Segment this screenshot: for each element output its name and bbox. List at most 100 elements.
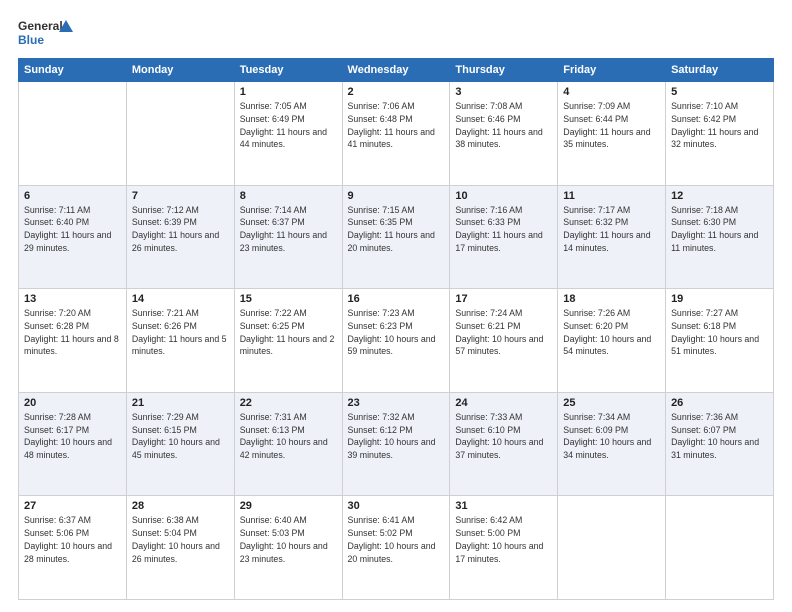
svg-text:Blue: Blue — [18, 33, 44, 47]
day-info: Sunrise: 7:26 AMSunset: 6:20 PMDaylight:… — [563, 307, 660, 358]
day-cell: 27Sunrise: 6:37 AMSunset: 5:06 PMDayligh… — [19, 496, 127, 600]
day-cell: 8 Sunrise: 7:14 AMSunset: 6:37 PMDaylight… — [234, 185, 342, 289]
day-cell: 10 Sunrise: 7:16 AMSunset: 6:33 PMDayligh… — [450, 185, 558, 289]
day-cell: 3 Sunrise: 7:08 AMSunset: 6:46 PMDaylight… — [450, 82, 558, 186]
day-cell: 23 Sunrise: 7:32 AMSunset: 6:12 PMDayligh… — [342, 392, 450, 496]
day-cell: 26 Sunrise: 7:36 AMSunset: 6:07 PMDayligh… — [666, 392, 774, 496]
day-number: 14 — [132, 293, 229, 305]
day-number: 21 — [132, 397, 229, 409]
weekday-header-wednesday: Wednesday — [342, 59, 450, 82]
day-number: 28 — [132, 500, 229, 512]
day-number: 15 — [240, 293, 337, 305]
day-info: Sunrise: 7:15 AMSunset: 6:35 PMDaylight:… — [348, 204, 445, 255]
day-number: 25 — [563, 397, 660, 409]
week-row-3: 13Sunrise: 7:20 AMSunset: 6:28 PMDayligh… — [19, 289, 774, 393]
day-cell: 2Sunrise: 7:06 AMSunset: 6:48 PMDaylight… — [342, 82, 450, 186]
day-cell: 6 Sunrise: 7:11 AMSunset: 6:40 PMDaylight… — [19, 185, 127, 289]
weekday-header-sunday: Sunday — [19, 59, 127, 82]
day-cell: 7 Sunrise: 7:12 AMSunset: 6:39 PMDaylight… — [126, 185, 234, 289]
day-number: 16 — [348, 293, 445, 305]
day-number: 6 — [24, 190, 121, 202]
day-cell: 5Sunrise: 7:10 AMSunset: 6:42 PMDaylight… — [666, 82, 774, 186]
day-info: Sunrise: 7:18 AMSunset: 6:30 PMDaylight:… — [671, 204, 768, 255]
week-row-5: 27Sunrise: 6:37 AMSunset: 5:06 PMDayligh… — [19, 496, 774, 600]
day-cell: 13Sunrise: 7:20 AMSunset: 6:28 PMDayligh… — [19, 289, 127, 393]
day-cell: 4 Sunrise: 7:09 AMSunset: 6:44 PMDaylight… — [558, 82, 666, 186]
day-cell: 18 Sunrise: 7:26 AMSunset: 6:20 PMDayligh… — [558, 289, 666, 393]
day-cell: 21Sunrise: 7:29 AMSunset: 6:15 PMDayligh… — [126, 392, 234, 496]
weekday-header-saturday: Saturday — [666, 59, 774, 82]
day-cell: 28 Sunrise: 6:38 AMSunset: 5:04 PMDayligh… — [126, 496, 234, 600]
day-number: 17 — [455, 293, 552, 305]
day-number: 23 — [348, 397, 445, 409]
day-info: Sunrise: 7:14 AMSunset: 6:37 PMDaylight:… — [240, 204, 337, 255]
weekday-header-friday: Friday — [558, 59, 666, 82]
week-row-4: 20 Sunrise: 7:28 AMSunset: 6:17 PMDayligh… — [19, 392, 774, 496]
day-cell — [19, 82, 127, 186]
day-info: Sunrise: 6:38 AMSunset: 5:04 PMDaylight:… — [132, 514, 229, 565]
day-cell: 14 Sunrise: 7:21 AMSunset: 6:26 PMDayligh… — [126, 289, 234, 393]
day-cell — [666, 496, 774, 600]
day-info: Sunrise: 7:36 AMSunset: 6:07 PMDaylight:… — [671, 411, 768, 462]
day-cell: 12 Sunrise: 7:18 AMSunset: 6:30 PMDayligh… — [666, 185, 774, 289]
day-info: Sunrise: 7:21 AMSunset: 6:26 PMDaylight:… — [132, 307, 229, 358]
day-number: 26 — [671, 397, 768, 409]
day-cell: 11 Sunrise: 7:17 AMSunset: 6:32 PMDayligh… — [558, 185, 666, 289]
day-number: 5 — [671, 86, 768, 98]
day-cell: 29Sunrise: 6:40 AMSunset: 5:03 PMDayligh… — [234, 496, 342, 600]
day-number: 3 — [455, 86, 552, 98]
day-number: 9 — [348, 190, 445, 202]
day-number: 8 — [240, 190, 337, 202]
day-number: 19 — [671, 293, 768, 305]
day-number: 20 — [24, 397, 121, 409]
day-cell: 9 Sunrise: 7:15 AMSunset: 6:35 PMDaylight… — [342, 185, 450, 289]
day-info: Sunrise: 7:33 AMSunset: 6:10 PMDaylight:… — [455, 411, 552, 462]
weekday-header-row: SundayMondayTuesdayWednesdayThursdayFrid… — [19, 59, 774, 82]
day-info: Sunrise: 7:17 AMSunset: 6:32 PMDaylight:… — [563, 204, 660, 255]
day-number: 2 — [348, 86, 445, 98]
day-number: 31 — [455, 500, 552, 512]
day-number: 22 — [240, 397, 337, 409]
day-cell: 19Sunrise: 7:27 AMSunset: 6:18 PMDayligh… — [666, 289, 774, 393]
day-info: Sunrise: 7:32 AMSunset: 6:12 PMDaylight:… — [348, 411, 445, 462]
day-info: Sunrise: 6:41 AMSunset: 5:02 PMDaylight:… — [348, 514, 445, 565]
day-number: 10 — [455, 190, 552, 202]
day-number: 7 — [132, 190, 229, 202]
day-cell: 16 Sunrise: 7:23 AMSunset: 6:23 PMDayligh… — [342, 289, 450, 393]
day-cell — [126, 82, 234, 186]
day-info: Sunrise: 7:24 AMSunset: 6:21 PMDaylight:… — [455, 307, 552, 358]
weekday-header-monday: Monday — [126, 59, 234, 82]
day-cell: 1 Sunrise: 7:05 AMSunset: 6:49 PMDaylight… — [234, 82, 342, 186]
generalblue-logo: General Blue — [18, 16, 78, 50]
day-cell: 22Sunrise: 7:31 AMSunset: 6:13 PMDayligh… — [234, 392, 342, 496]
day-info: Sunrise: 7:11 AMSunset: 6:40 PMDaylight:… — [24, 204, 121, 255]
weekday-header-tuesday: Tuesday — [234, 59, 342, 82]
day-number: 12 — [671, 190, 768, 202]
day-info: Sunrise: 7:12 AMSunset: 6:39 PMDaylight:… — [132, 204, 229, 255]
day-info: Sunrise: 7:22 AMSunset: 6:25 PMDaylight:… — [240, 307, 337, 358]
day-number: 18 — [563, 293, 660, 305]
day-number: 30 — [348, 500, 445, 512]
day-number: 29 — [240, 500, 337, 512]
day-info: Sunrise: 7:23 AMSunset: 6:23 PMDaylight:… — [348, 307, 445, 358]
day-info: Sunrise: 6:42 AMSunset: 5:00 PMDaylight:… — [455, 514, 552, 565]
day-cell — [558, 496, 666, 600]
svg-text:General: General — [18, 19, 63, 33]
day-info: Sunrise: 7:34 AMSunset: 6:09 PMDaylight:… — [563, 411, 660, 462]
day-info: Sunrise: 7:09 AMSunset: 6:44 PMDaylight:… — [563, 100, 660, 151]
day-number: 1 — [240, 86, 337, 98]
day-info: Sunrise: 7:08 AMSunset: 6:46 PMDaylight:… — [455, 100, 552, 151]
logo: General Blue — [18, 16, 78, 50]
day-number: 4 — [563, 86, 660, 98]
day-info: Sunrise: 7:16 AMSunset: 6:33 PMDaylight:… — [455, 204, 552, 255]
day-number: 11 — [563, 190, 660, 202]
header: General Blue — [18, 16, 774, 50]
day-cell: 20 Sunrise: 7:28 AMSunset: 6:17 PMDayligh… — [19, 392, 127, 496]
weekday-header-thursday: Thursday — [450, 59, 558, 82]
day-info: Sunrise: 7:20 AMSunset: 6:28 PMDaylight:… — [24, 307, 121, 358]
week-row-2: 6 Sunrise: 7:11 AMSunset: 6:40 PMDaylight… — [19, 185, 774, 289]
day-info: Sunrise: 7:05 AMSunset: 6:49 PMDaylight:… — [240, 100, 337, 151]
day-cell: 30 Sunrise: 6:41 AMSunset: 5:02 PMDayligh… — [342, 496, 450, 600]
day-info: Sunrise: 7:28 AMSunset: 6:17 PMDaylight:… — [24, 411, 121, 462]
day-cell: 31 Sunrise: 6:42 AMSunset: 5:00 PMDayligh… — [450, 496, 558, 600]
